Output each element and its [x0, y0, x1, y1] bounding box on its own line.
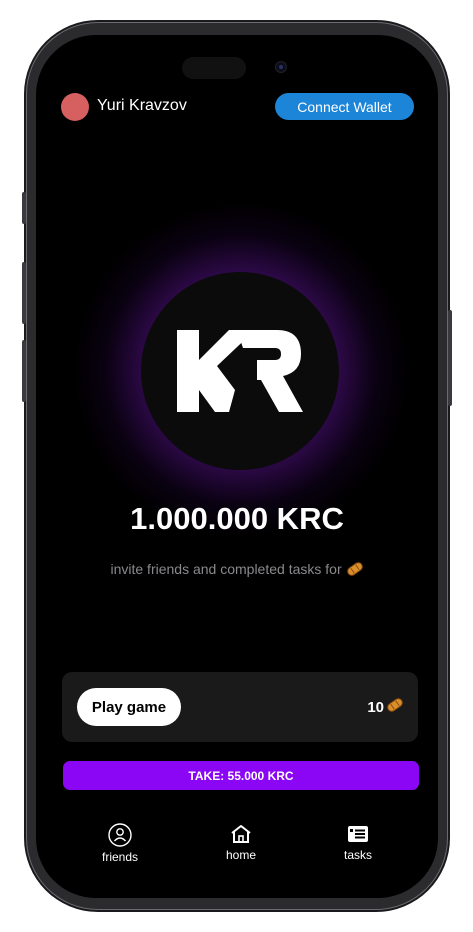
tasks-icon — [348, 826, 368, 842]
nav-label-home: home — [225, 848, 257, 862]
avatar[interactable] — [61, 93, 89, 121]
nav-label-friends: friends — [101, 850, 139, 864]
nav-item-friends[interactable]: friends — [80, 823, 160, 864]
front-camera — [275, 61, 287, 73]
username: Yuri Kravzov — [97, 97, 187, 114]
dynamic-island — [182, 57, 246, 79]
nav-label-tasks: tasks — [343, 848, 372, 862]
balance-amount: 1.000.000 KRC — [130, 501, 344, 536]
nav-item-home[interactable]: home — [201, 823, 281, 862]
game-tokens: 10 — [367, 697, 404, 717]
game-card: Play game 10 — [62, 672, 418, 742]
balance-subtitle: invite friends and completed tasks for — [36, 561, 438, 580]
balance-subtitle-text: invite friends and completed tasks for — [110, 561, 342, 578]
bottom-nav: friends home tasks — [36, 823, 438, 873]
game-token-count: 10 — [367, 698, 384, 716]
friends-icon — [108, 823, 132, 847]
home-icon — [231, 825, 251, 843]
krc-logo — [141, 272, 339, 470]
play-game-button[interactable]: Play game — [77, 688, 181, 726]
app-screen: Yuri Kravzov Connect Wallet 1.000.000 KR… — [36, 35, 438, 898]
kr-logo-icon — [177, 330, 303, 412]
take-button[interactable]: TAKE: 55.000 KRC — [63, 761, 419, 790]
nav-item-tasks[interactable]: tasks — [318, 823, 398, 862]
connect-wallet-button[interactable]: Connect Wallet — [275, 93, 414, 120]
token-icon — [386, 697, 404, 717]
token-icon — [346, 561, 364, 580]
